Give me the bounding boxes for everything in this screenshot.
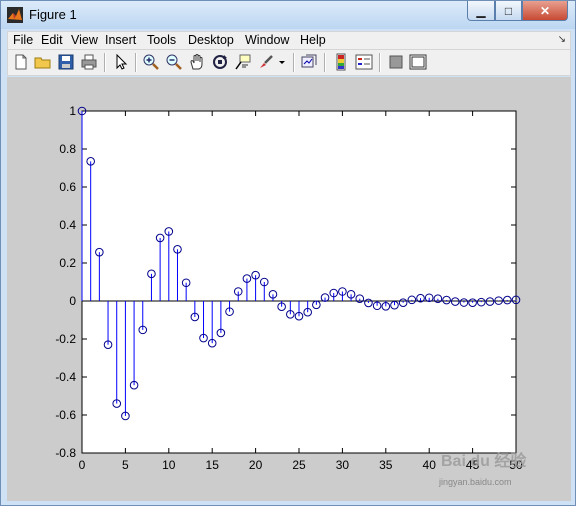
menu-overflow-arrow[interactable]: ↘ [558, 34, 566, 45]
y-tick-label: 0 [69, 294, 76, 308]
toolbar-separator [135, 53, 137, 72]
y-tick-label: -0.2 [55, 332, 76, 346]
menu-help[interactable]: Help [300, 33, 326, 47]
edit-plot-arrow-icon[interactable] [112, 53, 130, 71]
x-tick-label: 5 [122, 458, 129, 472]
toolbar-separator [293, 53, 295, 72]
x-tick-label: 35 [379, 458, 393, 472]
menu-tools[interactable]: Tools [147, 33, 176, 47]
data-cursor-icon[interactable] [234, 53, 252, 71]
menu-bar: File Edit View Insert Tools Desktop Wind… [7, 31, 571, 50]
hide-plot-tools-icon[interactable] [387, 53, 405, 71]
menu-window[interactable]: Window [245, 33, 289, 47]
pan-hand-icon[interactable] [188, 53, 206, 71]
brush-icon[interactable] [257, 53, 275, 71]
legend-icon[interactable] [355, 53, 373, 71]
y-tick-label: -0.6 [55, 408, 76, 422]
x-tick-label: 25 [292, 458, 306, 472]
x-tick-label: 0 [79, 458, 86, 472]
menu-view[interactable]: View [71, 33, 98, 47]
rotate-3d-icon[interactable] [211, 53, 229, 71]
toolbar-separator [324, 53, 326, 72]
y-tick-label: 0.6 [59, 180, 76, 194]
zoom-in-icon[interactable] [142, 53, 160, 71]
stem-plot[interactable]: -0.8-0.6-0.4-0.200.20.40.60.810 5 10 15 20 25… [7, 77, 571, 501]
figure-canvas: -0.8 -0.6 -0.4 -0.2 0 0.2 0.4 0.6 0.8 1 0 5 10 15 20 25… [7, 77, 571, 501]
maximize-button[interactable]: □ [495, 1, 522, 21]
y-tick-label: 0.4 [59, 218, 76, 232]
axes-box[interactable] [81, 110, 517, 454]
y-tick-label: -0.4 [55, 370, 76, 384]
zoom-out-icon[interactable] [165, 53, 183, 71]
x-tick-label: 30 [336, 458, 350, 472]
y-tick-label: 0.2 [59, 256, 76, 270]
close-button[interactable]: ✕ [522, 1, 568, 21]
menu-edit[interactable]: Edit [41, 33, 63, 47]
x-tick-label: 10 [162, 458, 176, 472]
matlab-logo-icon [7, 7, 23, 23]
figure-window: Figure 1 ▁ □ ✕ File Edit View Insert Too… [0, 0, 576, 506]
new-figure-icon[interactable] [12, 53, 30, 71]
toolbar-separator [104, 53, 106, 72]
brush-dropdown-icon[interactable] [277, 53, 287, 71]
x-tick-label: 40 [423, 458, 437, 472]
watermark-url: jingyan.baidu.com [439, 477, 512, 487]
show-plot-tools-icon[interactable] [409, 53, 427, 71]
y-tick-label: -0.8 [55, 446, 76, 460]
colorbar-icon[interactable] [332, 53, 350, 71]
minimize-button[interactable]: ▁ [467, 1, 495, 21]
y-tick-label: 0.8 [59, 142, 76, 156]
menu-file[interactable]: File [13, 33, 33, 47]
link-plot-icon[interactable] [300, 53, 318, 71]
watermark-logo: Bai du 经验 [441, 453, 527, 470]
menu-desktop[interactable]: Desktop [188, 33, 234, 47]
x-tick-label: 15 [206, 458, 220, 472]
toolbar-separator [379, 53, 381, 72]
title-bar[interactable]: Figure 1 ▁ □ ✕ [1, 1, 575, 29]
open-file-icon[interactable] [34, 53, 52, 71]
window-title: Figure 1 [29, 7, 77, 22]
figure-toolbar [7, 50, 571, 76]
y-tick-label: 1 [69, 104, 76, 118]
x-tick-label: 20 [249, 458, 263, 472]
menu-insert[interactable]: Insert [105, 33, 136, 47]
print-icon[interactable] [80, 53, 98, 71]
save-icon[interactable] [57, 53, 75, 71]
